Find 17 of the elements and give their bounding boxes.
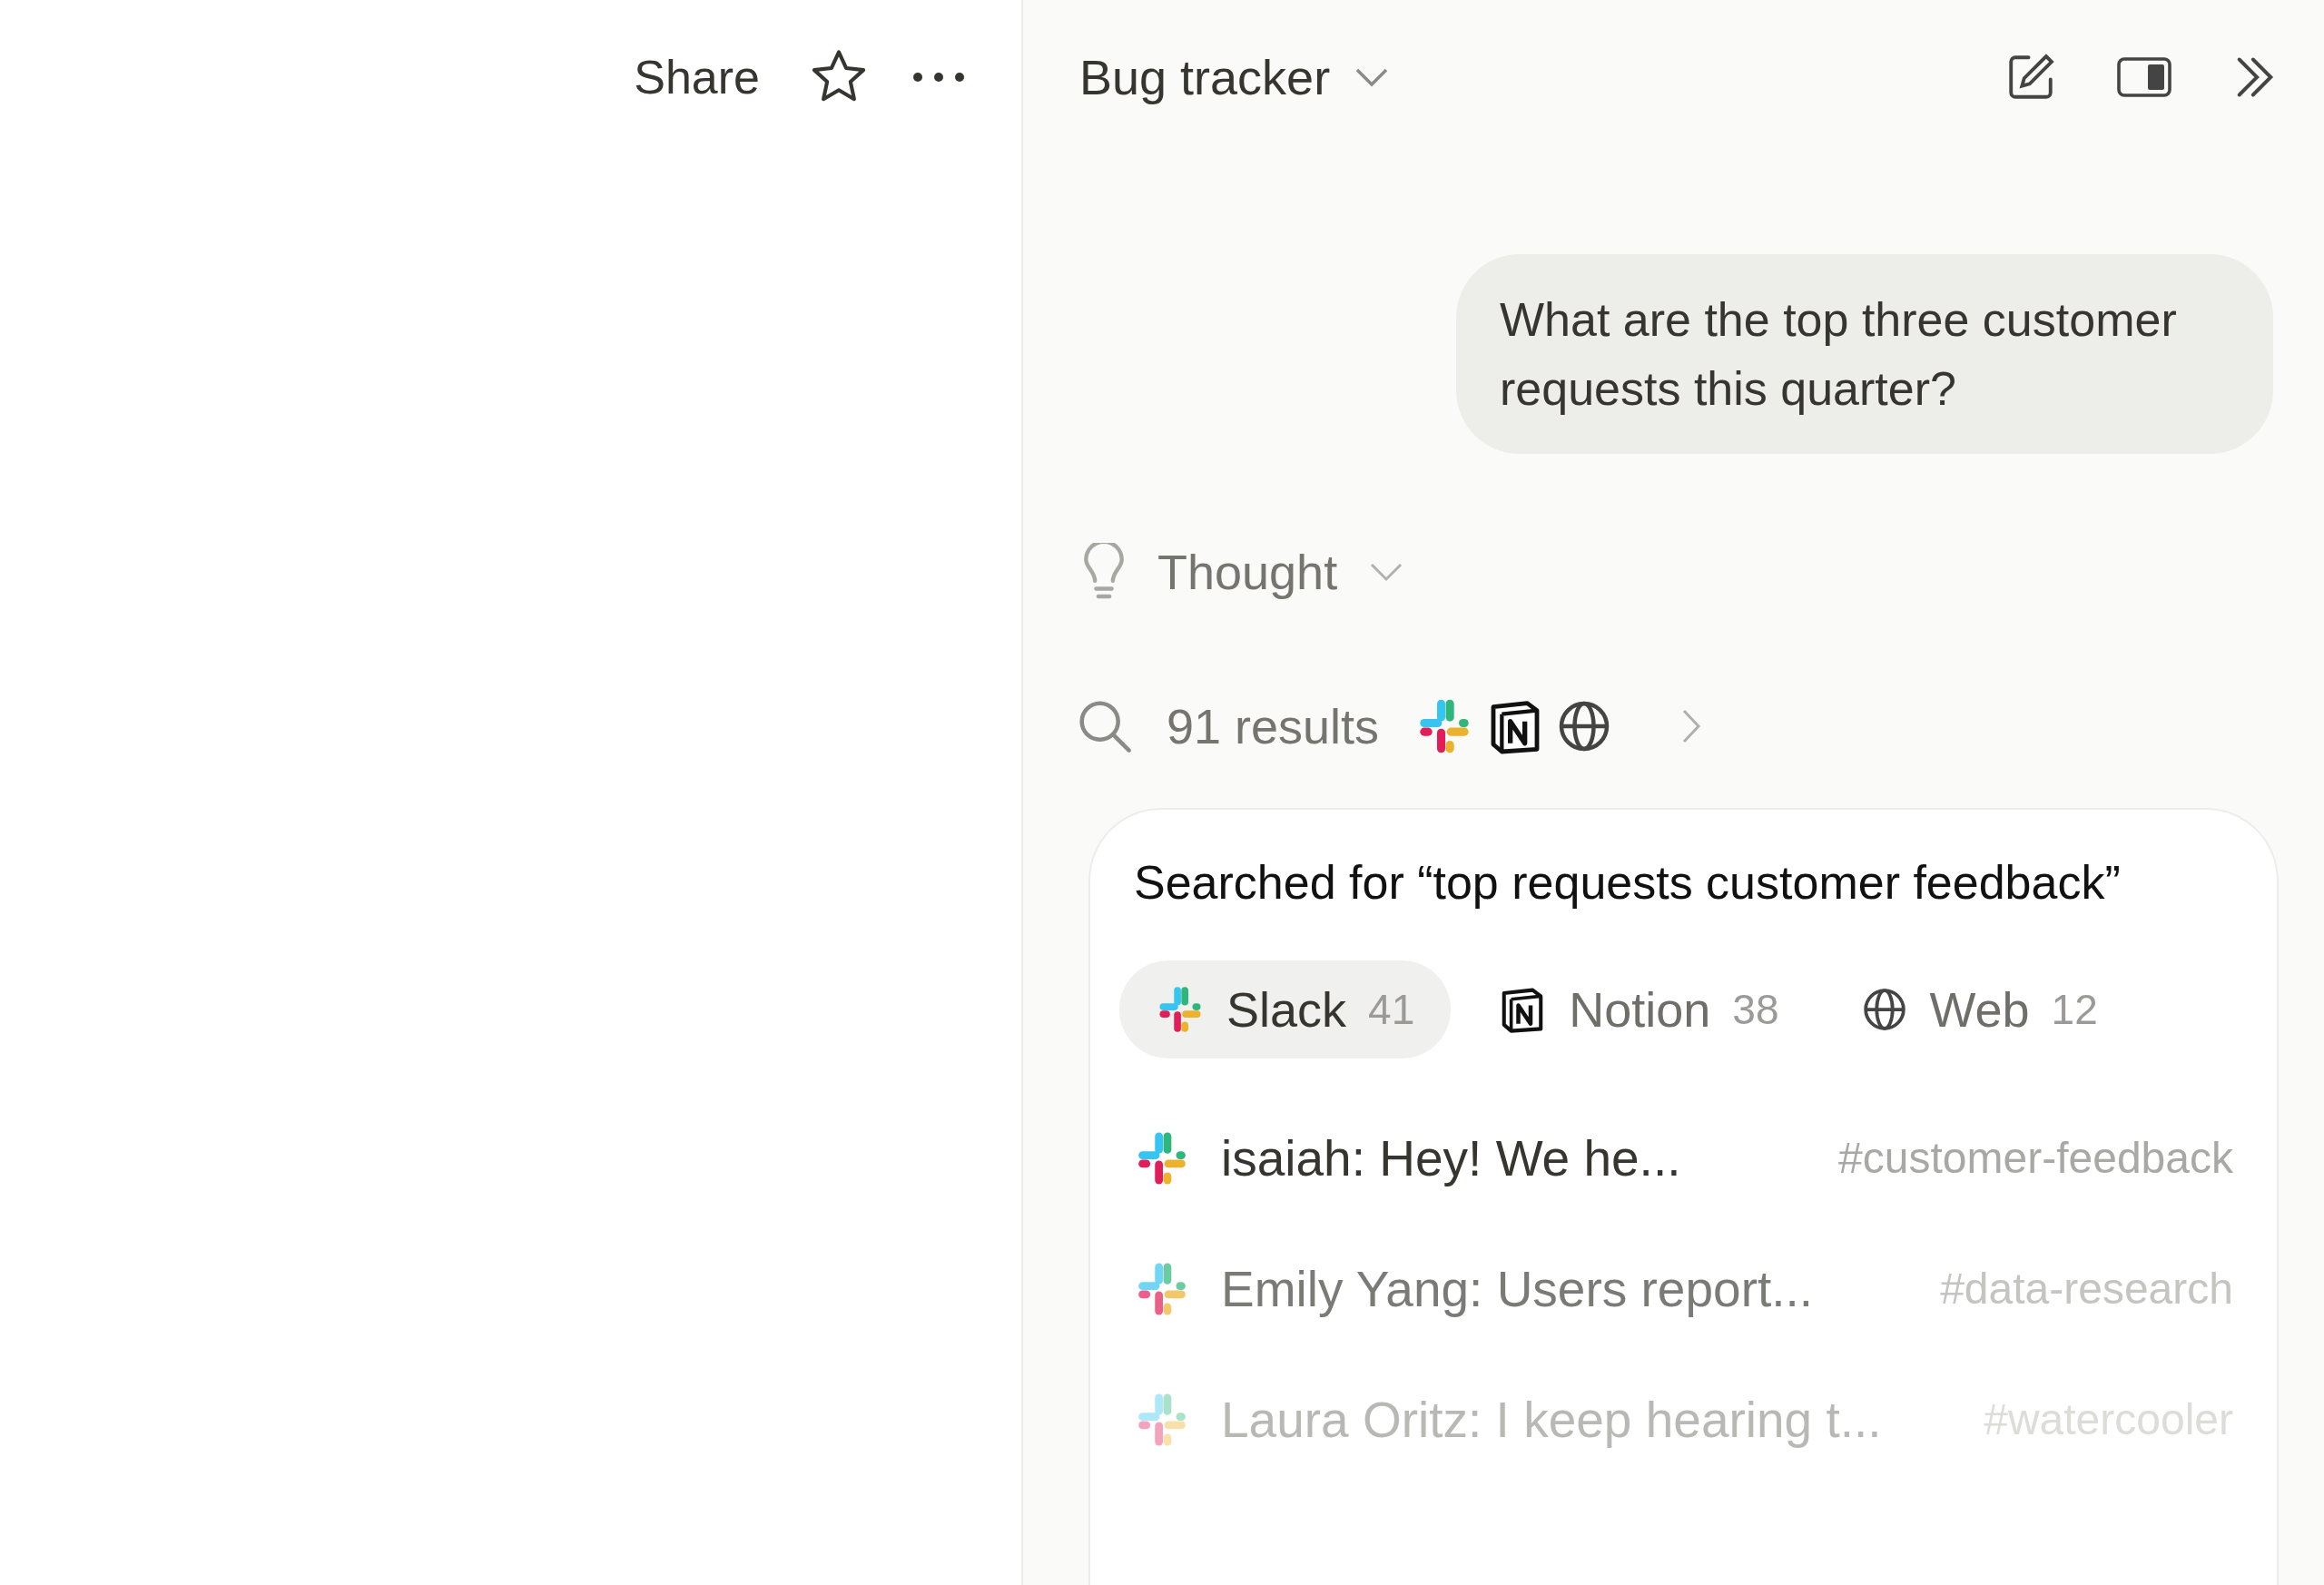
- sidebar-panel-icon[interactable]: [2117, 56, 2171, 98]
- lightbulb-icon: [1081, 543, 1127, 601]
- thought-toggle[interactable]: Thought: [1157, 535, 1338, 609]
- message-snippet[interactable]: isaiah: Hey! We he...: [1221, 1120, 1681, 1196]
- source-tab[interactable]: Notion 38: [1462, 960, 1816, 1058]
- source-tab[interactable]: Slack 41: [1119, 960, 1452, 1058]
- more-icon[interactable]: [911, 70, 967, 84]
- user-message-bubble: What are the top three customer requests this quarter?: [1456, 254, 2273, 454]
- source-tab[interactable]: Web 12: [1826, 960, 2134, 1058]
- message-snippet[interactable]: Emily Yang: Users report...: [1221, 1251, 1814, 1327]
- share-button[interactable]: Share: [626, 42, 767, 113]
- channel-name: #customer-feedback: [1838, 1133, 2233, 1184]
- globe-icon: [1862, 987, 1908, 1032]
- chat-title[interactable]: Bug tracker: [1079, 40, 1331, 114]
- results-count[interactable]: 91 results: [1167, 689, 1380, 763]
- channel-name: #data-research: [1940, 1264, 2233, 1314]
- search-query-text: Searched for “top requests customer feedback”: [1134, 855, 2122, 911]
